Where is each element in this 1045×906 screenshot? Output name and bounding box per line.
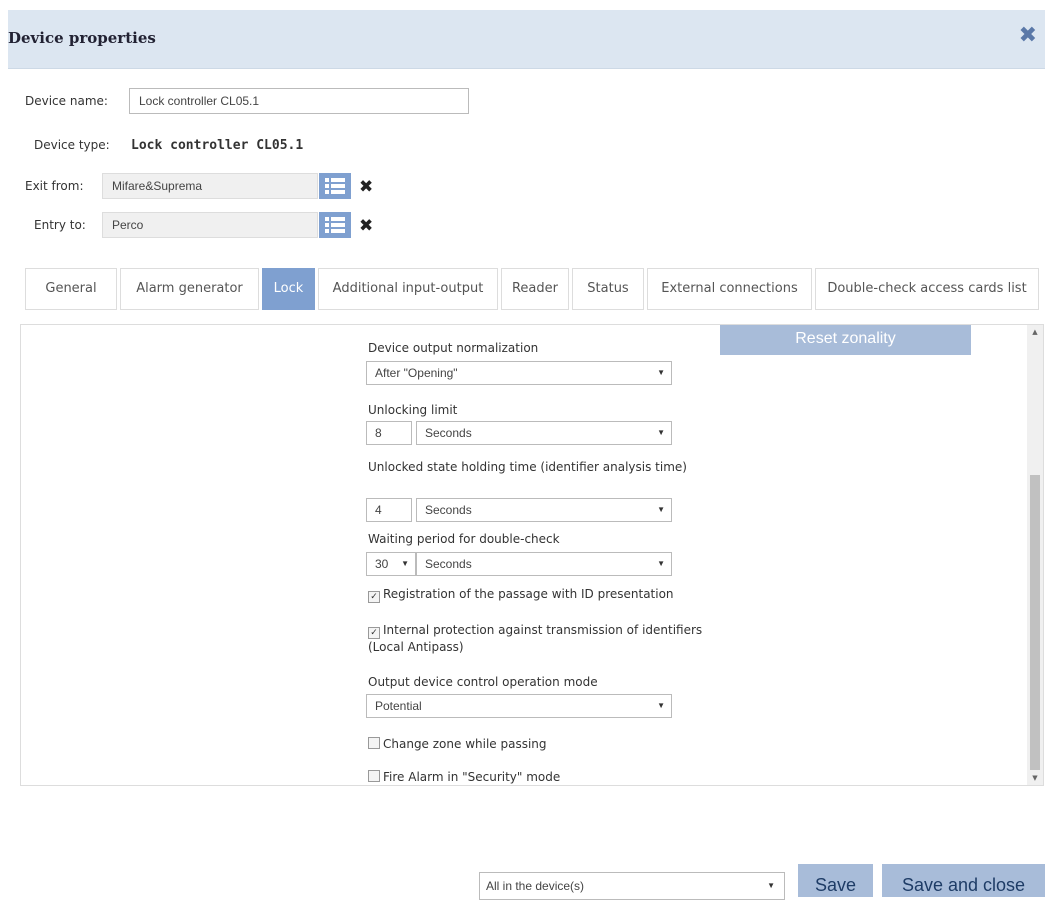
clear-icon[interactable]: ✖ <box>359 177 373 197</box>
entry-to-label: Entry to: <box>34 218 86 232</box>
chevron-down-icon: ▼ <box>401 559 409 568</box>
control-mode-label: Output device control operation mode <box>368 675 598 689</box>
checkbox-unchecked-icon <box>368 737 380 749</box>
output-normalization-label: Device output normalization <box>368 341 539 355</box>
entry-to-list-button[interactable] <box>319 212 351 238</box>
waiting-period-label: Waiting period for double-check <box>368 532 560 546</box>
save-button[interactable]: Save <box>798 864 873 897</box>
scroll-down-icon[interactable]: ▼ <box>1027 774 1043 782</box>
change-zone-label: Change zone while passing <box>383 737 547 751</box>
output-normalization-value: After "Opening" <box>375 366 458 380</box>
tab-reader[interactable]: Reader <box>501 268 569 310</box>
close-icon[interactable]: ✖ <box>1019 23 1037 49</box>
control-mode-select[interactable]: Potential ▼ <box>366 694 672 718</box>
chevron-down-icon: ▼ <box>767 881 775 890</box>
device-name-input[interactable]: Lock controller CL05.1 <box>129 88 469 114</box>
tab-additional-input-output[interactable]: Additional input-output <box>318 268 498 310</box>
lock-settings-panel: Reset zonality Device output normalizati… <box>20 324 1044 786</box>
list-icon <box>325 217 345 233</box>
apply-scope-select[interactable]: All in the device(s) ▼ <box>479 872 785 900</box>
save-and-close-button[interactable]: Save and close <box>882 864 1045 897</box>
antipass-checkbox[interactable]: ✓ Internal protection against transmissio… <box>368 622 713 656</box>
chevron-down-icon: ▼ <box>657 428 665 437</box>
holding-time-unit-select[interactable]: Seconds ▼ <box>416 498 672 522</box>
tab-alarm-generator[interactable]: Alarm generator <box>120 268 259 310</box>
chevron-down-icon: ▼ <box>657 559 665 568</box>
registration-label: Registration of the passage with ID pres… <box>383 587 674 601</box>
chevron-down-icon: ▼ <box>657 701 665 710</box>
holding-time-label: Unlocked state holding time (identifier … <box>368 460 687 474</box>
entry-to-input: Perco <box>102 212 318 238</box>
holding-time-input[interactable]: 4 <box>366 498 412 522</box>
holding-time-unit: Seconds <box>425 503 472 517</box>
antipass-label: Internal protection against transmission… <box>368 623 703 654</box>
unlocking-limit-label: Unlocking limit <box>368 403 458 417</box>
tab-lock[interactable]: Lock <box>262 268 315 310</box>
reset-zonality-button[interactable]: Reset zonality <box>720 325 971 355</box>
change-zone-checkbox[interactable]: Change zone while passing <box>368 737 547 751</box>
device-name-label: Device name: <box>25 94 108 108</box>
waiting-period-unit-select[interactable]: Seconds ▼ <box>416 552 672 576</box>
exit-from-list-button[interactable] <box>319 173 351 199</box>
registration-checkbox[interactable]: ✓ Registration of the passage with ID pre… <box>368 587 674 603</box>
exit-from-label: Exit from: <box>25 179 84 193</box>
checkbox-checked-icon: ✓ <box>368 591 380 603</box>
device-type-label: Device type: <box>34 138 110 152</box>
unlocking-limit-input[interactable]: 8 <box>366 421 412 445</box>
tab-double-check-access-cards-list[interactable]: Double-check access cards list <box>815 268 1039 310</box>
scrollbar-thumb[interactable] <box>1030 475 1040 770</box>
tab-status[interactable]: Status <box>572 268 644 310</box>
unlocking-limit-unit: Seconds <box>425 426 472 440</box>
unlocking-limit-unit-select[interactable]: Seconds ▼ <box>416 421 672 445</box>
apply-scope-value: All in the device(s) <box>486 879 585 893</box>
fire-alarm-checkbox[interactable]: Fire Alarm in "Security" mode <box>368 770 560 784</box>
scroll-up-icon[interactable]: ▲ <box>1027 328 1043 336</box>
fire-alarm-label: Fire Alarm in "Security" mode <box>383 770 561 784</box>
checkbox-unchecked-icon <box>368 770 380 782</box>
chevron-down-icon: ▼ <box>657 505 665 514</box>
checkbox-checked-icon: ✓ <box>368 627 380 639</box>
waiting-period-select[interactable]: 30 ▼ <box>366 552 416 576</box>
control-mode-value: Potential <box>375 699 422 713</box>
dialog-title: Device properties <box>8 29 156 47</box>
tab-external-connections[interactable]: External connections <box>647 268 812 310</box>
waiting-period-unit: Seconds <box>425 557 472 571</box>
output-normalization-select[interactable]: After "Opening" ▼ <box>366 361 672 385</box>
clear-icon[interactable]: ✖ <box>359 216 373 236</box>
waiting-period-value: 30 <box>375 557 389 571</box>
chevron-down-icon: ▼ <box>657 368 665 377</box>
exit-from-input: Mifare&Suprema <box>102 173 318 199</box>
panel-scrollbar[interactable]: ▲ ▼ <box>1027 325 1043 785</box>
list-icon <box>325 178 345 194</box>
device-type-value: Lock controller CL05.1 <box>131 138 304 153</box>
tab-general[interactable]: General <box>25 268 117 310</box>
dialog-header: Device properties ✖ <box>8 10 1045 69</box>
